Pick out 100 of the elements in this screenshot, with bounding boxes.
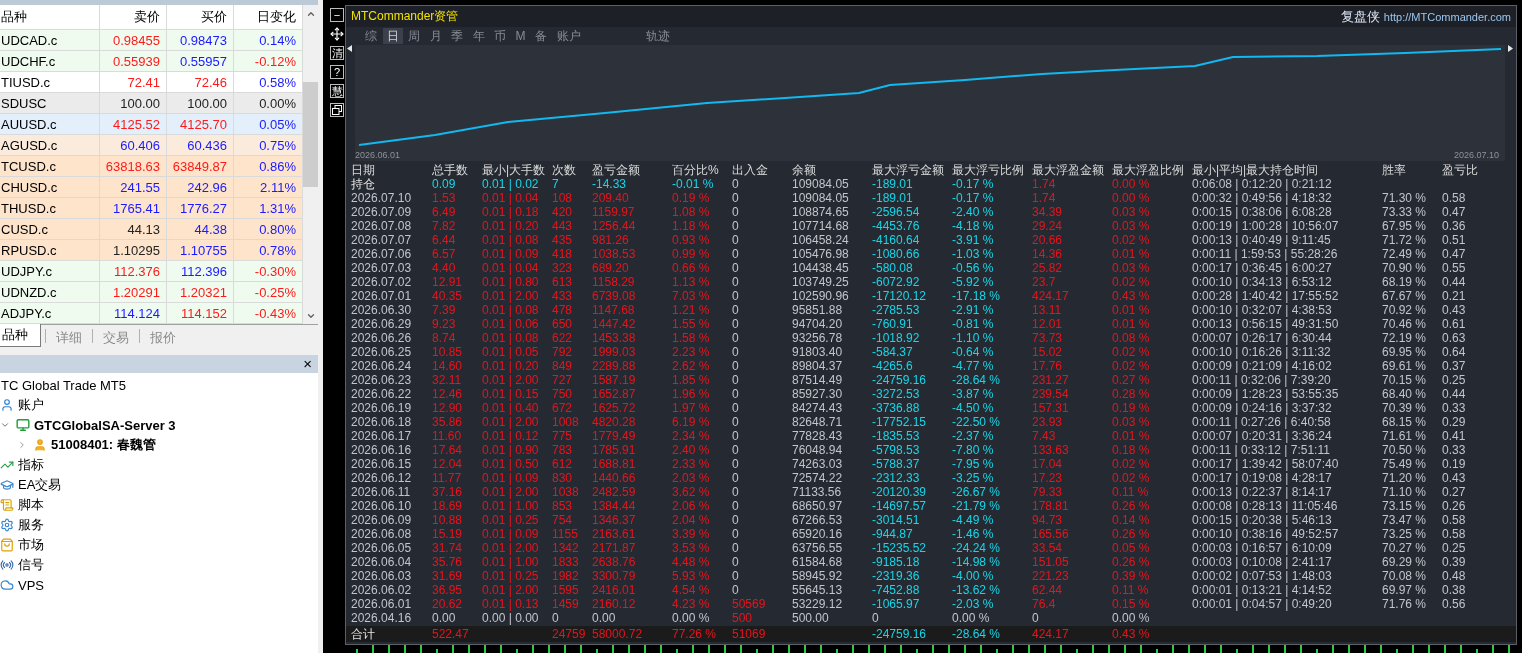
table-cell: 20.62 xyxy=(432,597,463,611)
tree-item[interactable]: TC Global Trade MT5 xyxy=(1,377,126,393)
table-cell: -189.01 xyxy=(872,177,913,191)
tree-item[interactable]: 信号 xyxy=(18,556,44,574)
quote-row[interactable]: AGUSD.c 60.406 60.436 0.75% xyxy=(0,135,303,156)
quote-row[interactable]: CHUSD.c 241.55 242.96 2.11% xyxy=(0,177,303,198)
table-cell: 1.85 % xyxy=(672,373,710,387)
quote-row[interactable]: SDUSC 100.00 100.00 0.00% xyxy=(0,93,303,114)
move-icon[interactable] xyxy=(330,27,344,41)
tree-item[interactable]: VPS xyxy=(18,577,44,593)
restore-button[interactable] xyxy=(330,103,344,117)
bid-cell: 4125.52 xyxy=(100,114,167,134)
table-cell: 2026.06.08 xyxy=(351,527,412,541)
period-tab[interactable]: 备 xyxy=(531,28,551,44)
quote-row[interactable]: UDCAD.c 0.98455 0.98473 0.14% xyxy=(0,30,303,51)
period-tab[interactable]: M xyxy=(511,28,530,44)
table-cell: 12.04 xyxy=(432,457,463,471)
table-cell: 0.01 | 0.90 xyxy=(482,443,539,457)
tree-item[interactable]: 指标 xyxy=(18,456,44,474)
url-link[interactable]: http://MTCommander.com xyxy=(1383,10,1511,23)
table-cell: 65920.16 xyxy=(792,527,843,541)
quote-row[interactable]: TCUSD.c 63818.63 63849.87 0.86% xyxy=(0,156,303,177)
tree-item[interactable]: 脚本 xyxy=(18,496,44,514)
tree-item[interactable]: GTCGlobalSA-Server 3 xyxy=(34,417,176,433)
column-header[interactable]: 买价 xyxy=(167,5,234,29)
help-button[interactable]: ? xyxy=(330,65,344,79)
table-cell: 0 xyxy=(732,275,739,289)
quote-row[interactable]: ADJPY.c 114.124 114.152 -0.43% xyxy=(0,303,303,324)
quote-row[interactable]: UDNZD.c 1.20291 1.20321 -0.25% xyxy=(0,282,303,303)
table-cell: 35.86 xyxy=(432,415,463,429)
tab[interactable]: 品种 xyxy=(0,324,41,347)
table-cell: -22.50 % xyxy=(952,415,1001,429)
period-tab[interactable]: 季 xyxy=(447,28,467,44)
tree-item[interactable]: 市场 xyxy=(18,536,44,554)
table-cell: 0:00:11 | 0:27:26 | 6:40:58 xyxy=(1192,415,1331,429)
symbol-cell: AGUSD.c xyxy=(0,135,100,155)
table-cell: 157.31 xyxy=(1032,401,1069,415)
period-tab[interactable]: 月 xyxy=(425,28,446,44)
symbol-cell: CHUSD.c xyxy=(0,177,100,197)
ask-cell: 100.00 xyxy=(167,93,234,113)
table-cell: -0.17 % xyxy=(952,191,994,205)
tool-button[interactable]: 清 xyxy=(330,46,344,60)
table-cell: 74263.03 xyxy=(792,457,843,471)
quote-row[interactable]: CUSD.c 44.13 44.38 0.80% xyxy=(0,219,303,240)
table-cell: 0:00:11 | 0:33:12 | 7:51:11 xyxy=(1192,443,1330,457)
shopping-bag-icon xyxy=(0,538,14,552)
column-header[interactable]: 卖价 xyxy=(100,5,167,29)
table-cell: 76.4 xyxy=(1032,597,1056,611)
column-header[interactable]: 品种 xyxy=(0,5,100,29)
table-cell: 18.69 xyxy=(432,499,463,513)
table-cell: 0:00:32 | 0:49:56 | 4:18:32 xyxy=(1192,191,1332,205)
table-cell: -4453.76 xyxy=(872,219,920,233)
cloud-icon xyxy=(0,578,14,592)
table-cell: -0.01 % xyxy=(672,177,714,191)
tree-item[interactable]: EA交易 xyxy=(18,476,62,494)
quote-row[interactable]: UDCHF.c 0.55939 0.55957 -0.12% xyxy=(0,51,303,72)
table-cell: 433 xyxy=(552,289,573,303)
table-cell: 69.61 % xyxy=(1382,359,1427,373)
table-cell: 0.47 xyxy=(1442,205,1466,219)
quote-row[interactable]: RPUSD.c 1.10295 1.10755 0.78% xyxy=(0,240,303,261)
quote-row[interactable]: AUUSD.c 4125.52 4125.70 0.05% xyxy=(0,114,303,135)
period-tab[interactable]: 账户 xyxy=(552,28,585,44)
tool-button[interactable]: 慧 xyxy=(330,84,344,98)
table-cell: 109084.05 xyxy=(792,191,849,205)
period-tab[interactable]: 综 xyxy=(361,28,381,44)
period-tab[interactable]: 年 xyxy=(468,28,489,44)
table-cell: 0 xyxy=(732,303,739,317)
table-cell: 2026.06.12 xyxy=(351,471,412,485)
brand-link[interactable]: 复盘侠 xyxy=(1340,7,1380,26)
table-cell: 1.53 xyxy=(432,191,456,205)
tree-item[interactable]: 账户 xyxy=(18,396,44,414)
period-tab[interactable]: 币 xyxy=(490,28,510,44)
table-cell: 727 xyxy=(552,373,573,387)
period-tab[interactable]: 日 xyxy=(382,28,403,44)
minimize-button[interactable]: − xyxy=(330,8,344,22)
chevron-down-icon[interactable] xyxy=(0,420,10,430)
table-cell: 72.49 % xyxy=(1382,247,1427,261)
period-tab[interactable]: 周 xyxy=(404,28,424,44)
scrollbar-thumb[interactable] xyxy=(303,82,318,187)
quote-row[interactable]: UDJPY.c 112.376 112.396 -0.30% xyxy=(0,261,303,282)
quote-row[interactable]: THUSD.c 1765.41 1776.27 1.31% xyxy=(0,198,303,219)
table-cell: 1384.44 xyxy=(592,499,636,513)
tree-item[interactable]: 服务 xyxy=(18,516,44,534)
table-cell: 0:00:03 | 0:10:08 | 2:41:17 xyxy=(1192,555,1332,569)
tree-item[interactable]: 51008401: 春魏管 xyxy=(51,436,156,454)
table-cell: 0 xyxy=(732,387,739,401)
quote-row[interactable]: TIUSD.c 72.41 72.46 0.58% xyxy=(0,72,303,93)
close-button[interactable]: × xyxy=(301,357,314,371)
table-cell: -0.17 % xyxy=(952,177,994,191)
table-cell: 51069 xyxy=(732,627,766,641)
table-cell: 32.11 xyxy=(432,373,462,387)
view-tab[interactable]: 轨迹 xyxy=(642,28,674,44)
table-cell: 0 xyxy=(732,415,739,429)
table-cell: 2026.06.19 xyxy=(351,401,412,415)
ask-cell: 44.38 xyxy=(167,219,234,239)
table-cell: 持仓 xyxy=(351,177,375,191)
ask-cell: 63849.87 xyxy=(167,156,234,176)
table-cell: 0.19 % xyxy=(1112,401,1150,415)
table-cell: 0.43 xyxy=(1442,303,1466,317)
table-cell: 2026.06.26 xyxy=(351,331,412,345)
